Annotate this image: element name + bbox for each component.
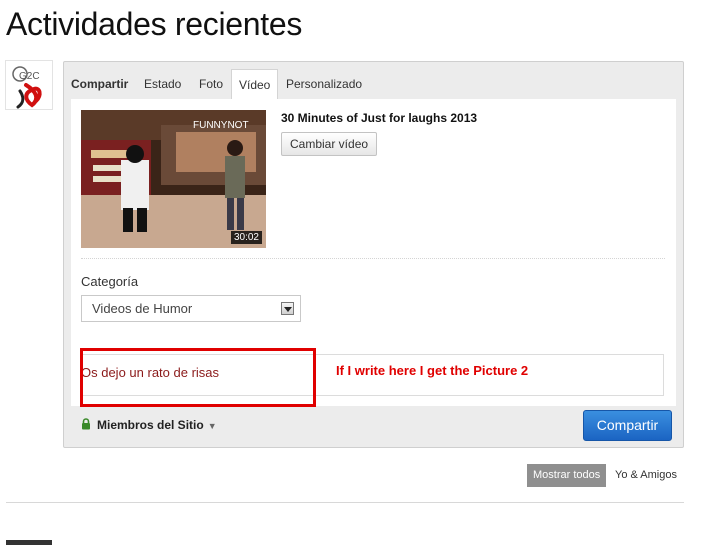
chevron-down-icon[interactable] xyxy=(281,302,294,315)
divider xyxy=(81,258,665,259)
tab-personalizado[interactable]: Personalizado xyxy=(279,69,369,99)
g2c-logo-icon: G2C xyxy=(12,66,42,109)
logo-text: G2C xyxy=(19,71,40,82)
share-panel: Compartir Estado Foto Vídeo Personalizad… xyxy=(63,61,684,448)
tab-compartir[interactable]: Compartir xyxy=(64,69,135,99)
share-content: FUNNYNOT 30:02 30 Minutes of Just for la… xyxy=(71,99,676,407)
video-duration: 30:02 xyxy=(230,231,262,244)
share-tabs: Compartir Estado Foto Vídeo Personalizad… xyxy=(64,69,683,100)
category-selected-value: Videos de Humor xyxy=(92,301,193,316)
tab-estado[interactable]: Estado xyxy=(137,69,188,99)
page-title: Actividades recientes xyxy=(6,6,303,42)
next-activity-avatar[interactable] xyxy=(6,540,52,545)
me-friends-link[interactable]: Yo & Amigos xyxy=(615,469,677,481)
tab-video[interactable]: Vídeo xyxy=(231,69,279,100)
privacy-selector[interactable]: Miembros del Sitio ▼ xyxy=(81,418,217,433)
thumb-watermark: FUNNYNOT xyxy=(193,120,249,131)
annotation-text: If I write here I get the Picture 2 xyxy=(336,363,529,378)
tab-foto[interactable]: Foto xyxy=(192,69,230,99)
change-video-button[interactable]: Cambiar vídeo xyxy=(281,132,378,156)
video-title: 30 Minutes of Just for laughs 2013 xyxy=(281,111,478,125)
category-label: Categoría xyxy=(81,274,139,289)
section-divider xyxy=(6,502,684,503)
caret-down-icon: ▼ xyxy=(207,421,217,431)
video-thumbnail-image: FUNNYNOT xyxy=(81,110,266,248)
highlight-box xyxy=(80,348,316,407)
show-all-button[interactable]: Mostrar todos xyxy=(527,464,607,487)
share-button[interactable]: Compartir xyxy=(583,410,672,441)
avatar[interactable]: G2C xyxy=(5,60,53,110)
privacy-label: Miembros del Sitio xyxy=(97,418,204,432)
video-thumbnail[interactable]: FUNNYNOT 30:02 xyxy=(81,110,266,248)
lock-icon xyxy=(81,418,91,433)
category-select[interactable]: Videos de Humor xyxy=(81,295,301,322)
